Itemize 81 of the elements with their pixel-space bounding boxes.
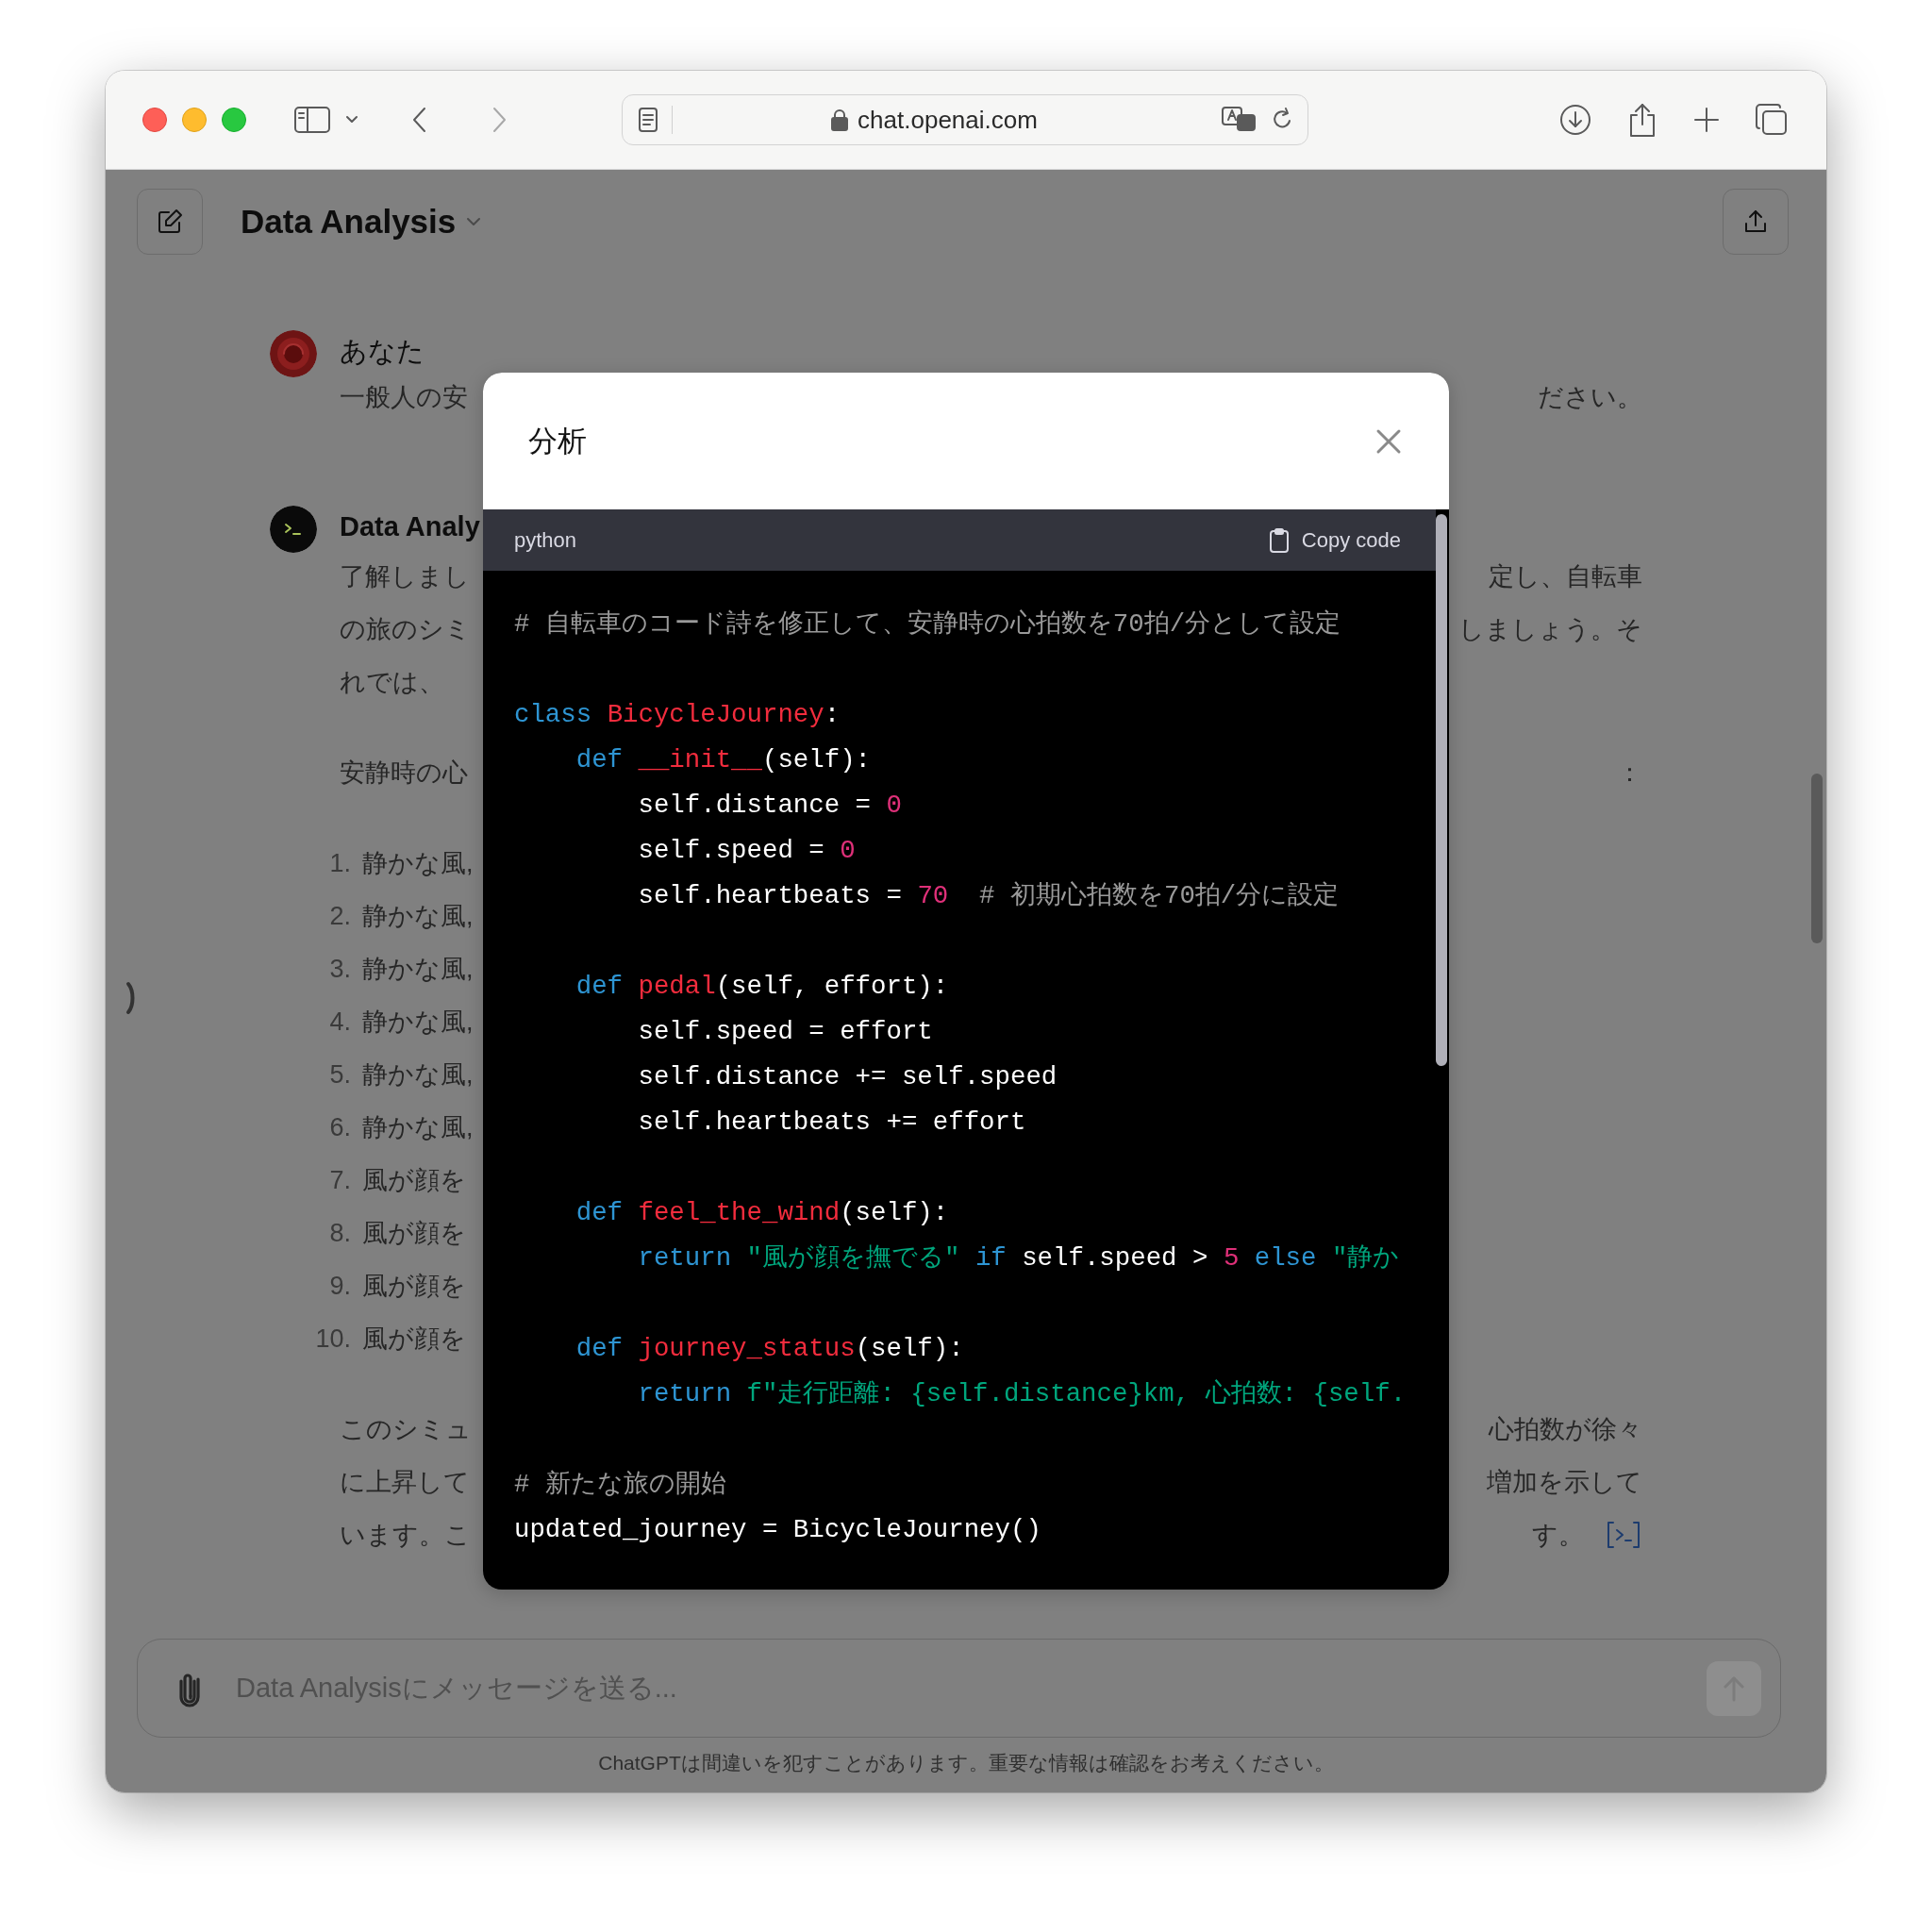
url-text: chat.openai.com — [858, 105, 1038, 135]
code-line: updated_journey = BicycleJourney() — [514, 1514, 1041, 1546]
code-line: return "風が顔を撫でる" if self.speed > 5 else "静か — [637, 1242, 1400, 1274]
share-button[interactable] — [1723, 189, 1789, 255]
message-text: 安静時の心 — [340, 758, 468, 789]
list-number: 8. — [328, 1218, 351, 1249]
chevron-down-icon[interactable] — [344, 114, 359, 125]
model-selector[interactable]: Data Analysis — [241, 203, 483, 241]
code-line: self.speed = effort — [637, 1016, 933, 1048]
close-icon[interactable] — [1375, 427, 1402, 455]
code-line: def journey_status(self): — [575, 1333, 964, 1365]
message-text: 静かな風, — [362, 901, 474, 932]
code-line: self.heartbeats = 70 # 初期心拍数を70拍/分に設定 — [637, 880, 1340, 912]
message-text: 静かな風, — [362, 954, 474, 985]
code-line: def pedal(self, effort): — [575, 971, 949, 1003]
message-text: 増加を示して — [1487, 1467, 1642, 1498]
message-text: ださい。 — [1538, 382, 1642, 413]
scrollbar[interactable] — [1436, 514, 1447, 1066]
new-tab-icon[interactable] — [1692, 106, 1721, 134]
message-text: 静かな風, — [362, 1059, 474, 1091]
message-text: います。こ — [340, 1520, 471, 1551]
code-line: self.distance = 0 — [637, 790, 902, 822]
clipboard-icon — [1267, 526, 1291, 554]
lock-icon — [831, 108, 849, 131]
message-text: す。 — [1532, 1520, 1584, 1551]
dialog-title: 分析 — [528, 423, 587, 459]
list-number: 7. — [328, 1165, 351, 1196]
author-name: Data Analy — [340, 510, 480, 543]
message-text: に上昇して — [340, 1467, 470, 1498]
message-text: 了解しまし — [340, 561, 470, 592]
message-text: 一般人の安 — [340, 382, 468, 413]
message-text: 静かな風, — [362, 1112, 474, 1143]
language-label: python — [514, 527, 577, 553]
download-icon[interactable] — [1558, 103, 1592, 137]
list-number: 6. — [328, 1112, 351, 1143]
message-text: 風が顔を — [362, 1271, 466, 1302]
code-line: self.heartbeats += effort — [637, 1107, 1026, 1139]
code-line: def feel_the_wind(self): — [575, 1197, 949, 1229]
message-text: 静かな風, — [362, 1007, 474, 1038]
assistant-avatar — [270, 506, 317, 553]
list-number: 10. — [314, 1324, 351, 1355]
code-line: self.speed = 0 — [637, 835, 856, 867]
scrollbar[interactable] — [1811, 774, 1823, 943]
chevron-down-icon — [465, 216, 483, 227]
message-text: 風が顔を — [362, 1165, 466, 1196]
edit-icon — [156, 208, 184, 236]
message-text: ： — [1617, 758, 1642, 789]
message-text: 風が顔を — [362, 1324, 466, 1355]
reader-icon[interactable] — [638, 107, 658, 133]
code-line: def __init__(self): — [575, 744, 872, 776]
address-bar[interactable]: chat.openai.com — [622, 94, 1308, 145]
list-number: 4. — [328, 1007, 351, 1038]
list-number: 1. — [328, 848, 351, 879]
translate-icon[interactable] — [1221, 106, 1258, 134]
code-line: # 新たな旅の開始 — [514, 1469, 726, 1501]
message-text: 定し、自転車 — [1489, 561, 1642, 592]
message-text: このシミュ — [340, 1414, 472, 1445]
list-number: 9. — [328, 1271, 351, 1302]
message-text: 風が顔を — [362, 1218, 466, 1249]
message-text: 心拍数が徐々 — [1489, 1414, 1642, 1445]
code-line: self.distance += self.speed — [637, 1061, 1058, 1093]
code-link-icon[interactable] — [1605, 1520, 1642, 1550]
list-number: 2. — [328, 901, 351, 932]
list-number: 3. — [328, 954, 351, 985]
new-chat-button[interactable] — [137, 189, 203, 255]
user-avatar — [270, 330, 317, 377]
zoom-window-button[interactable] — [222, 108, 246, 132]
disclaimer-text: ChatGPTは間違いを犯すことがあります。重要な情報は確認をお考えください。 — [597, 1751, 1335, 1775]
message-text: 静かな風, — [362, 848, 474, 879]
copy-code-button[interactable]: Copy code — [1267, 526, 1401, 554]
list-number: 5. — [328, 1059, 351, 1091]
author-name: あなた — [340, 335, 425, 368]
code-line: # 自転車のコード詩を修正して、安静時の心拍数を70拍/分として設定 — [514, 608, 1341, 641]
sidebar-icon[interactable] — [293, 105, 331, 135]
tabs-overview-icon[interactable] — [1755, 103, 1789, 137]
close-window-button[interactable] — [142, 108, 167, 132]
message-text: れでは、 — [340, 667, 444, 698]
code-line: class BicycleJourney: — [514, 699, 841, 731]
message-text: しましょう。そ — [1458, 614, 1642, 645]
message-text: の旅のシミ — [340, 614, 471, 645]
code-line: return f"走行距離: {self.distance}km, 心拍数: {self. — [637, 1378, 1407, 1410]
